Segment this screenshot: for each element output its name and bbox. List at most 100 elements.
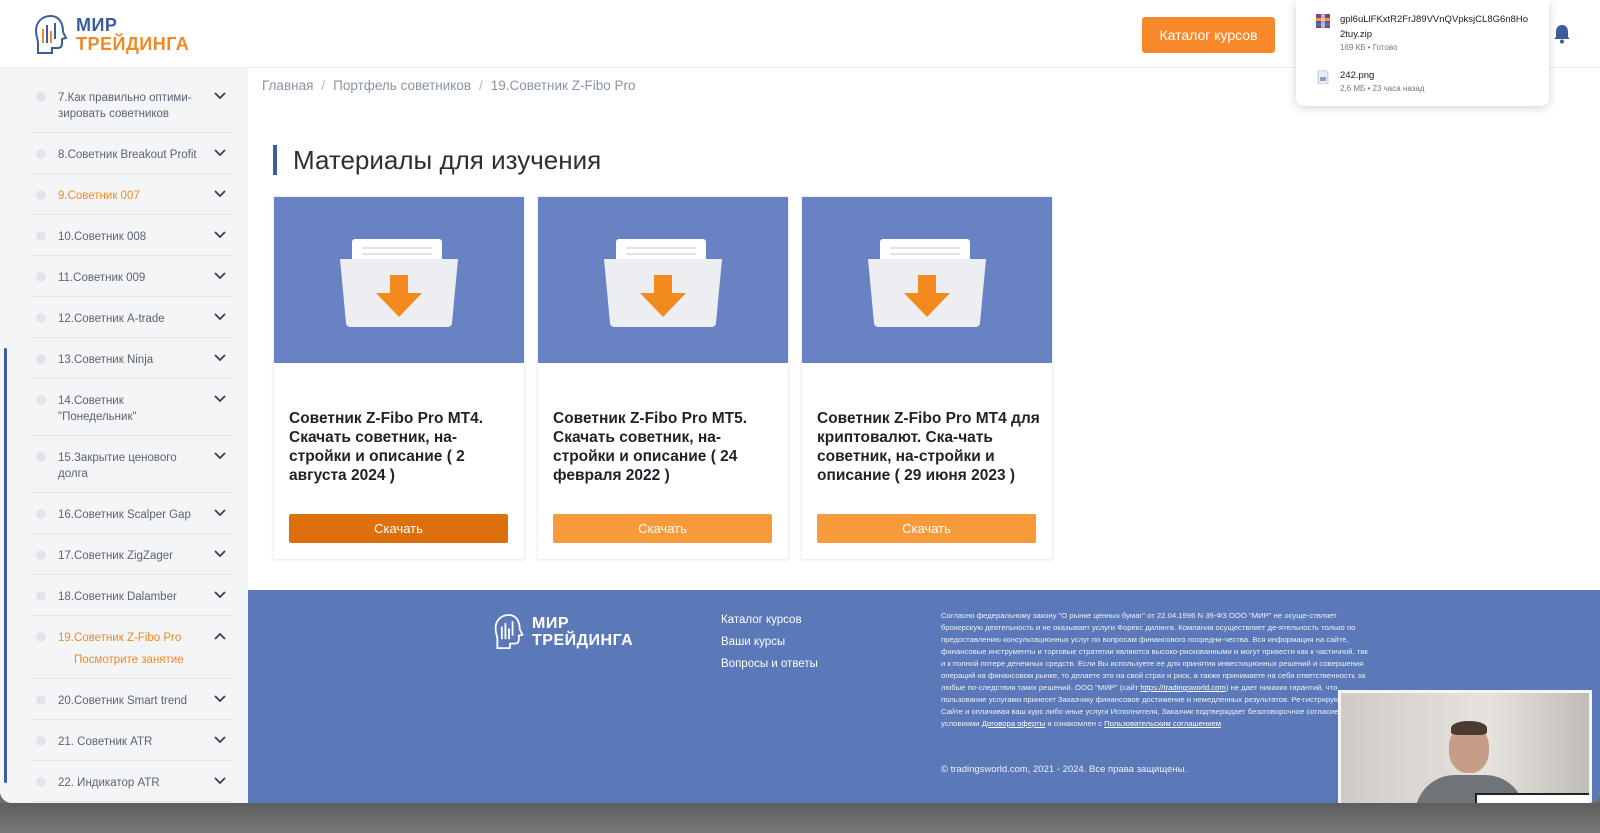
- image-file-icon: [1317, 70, 1329, 84]
- sidebar-lesson-item[interactable]: 13.Советник Ninja: [32, 338, 232, 379]
- chevron-down-icon[interactable]: [214, 452, 226, 460]
- sidebar-lesson-item[interactable]: 18.Советник Dalamber: [32, 575, 232, 616]
- logo-text-line1: МИР: [76, 15, 118, 35]
- sidebar-lesson-label: 20.Советник Smart trend: [58, 695, 188, 707]
- lesson-status-dot: [36, 231, 46, 241]
- lesson-status-dot: [36, 92, 46, 102]
- bell-icon[interactable]: [1553, 24, 1571, 44]
- sidebar-lesson-item[interactable]: 10.Советник 008: [32, 215, 232, 256]
- card-title: Советник Z-Fibo Pro MT5. Скачать советни…: [553, 410, 748, 484]
- download-filename: gpl6uLlFKxtR2FrJ89VVnQVpksjCL8G6n8Ho2tuy…: [1340, 14, 1528, 40]
- card-thumbnail: [802, 197, 1052, 363]
- sidebar-lesson-label: 19.Советник Z-Fibo Pro: [58, 632, 182, 644]
- lesson-status-dot: [36, 695, 46, 705]
- footer-link-catalog[interactable]: Каталог курсов: [721, 614, 818, 626]
- footer-logo[interactable]: МИР ТРЕЙДИНГА: [492, 612, 633, 652]
- sidebar-lesson-label: 15.Закрытие ценового долга: [58, 452, 177, 480]
- chevron-down-icon[interactable]: [214, 313, 226, 321]
- sidebar-lesson-label: 12.Советник A-trade: [58, 313, 165, 325]
- chevron-down-icon[interactable]: [214, 231, 226, 239]
- chevron-down-icon[interactable]: [214, 272, 226, 280]
- chevron-down-icon[interactable]: [214, 354, 226, 362]
- site-link[interactable]: https://tradingsworld.com: [1140, 683, 1225, 692]
- sidebar-lesson-label: 13.Советник Ninja: [58, 354, 154, 366]
- lesson-list: 7.Как правильно оптими-зировать советник…: [32, 76, 232, 802]
- breadcrumb-home[interactable]: Главная: [262, 78, 313, 93]
- download-folder-icon: [604, 239, 722, 327]
- sidebar-lesson-label: 9.Советник 007: [58, 190, 140, 202]
- sidebar-lesson-item[interactable]: 7.Как правильно оптими-зировать советник…: [32, 76, 232, 133]
- download-meta: 169 КБ • Готово: [1340, 43, 1398, 52]
- sidebar-lesson-item[interactable]: 16.Советник Scalper Gap: [32, 493, 232, 534]
- breadcrumb-portfolio[interactable]: Портфель советников: [333, 78, 471, 93]
- archive-file-icon: [1316, 14, 1330, 28]
- card-title: Советник Z-Fibo Pro MT4 для криптовалют.…: [817, 410, 1040, 484]
- lesson-status-dot: [36, 190, 46, 200]
- footer-link-faq[interactable]: Вопросы и ответы: [721, 658, 818, 670]
- sidebar-lesson-item[interactable]: 11.Советник 009: [32, 256, 232, 297]
- lesson-status-dot: [36, 591, 46, 601]
- sidebar-lesson-item[interactable]: 17.Советник ZigZager: [32, 534, 232, 575]
- footer-logo-line2: ТРЕЙДИНГА: [532, 632, 634, 649]
- chevron-down-icon[interactable]: [214, 509, 226, 517]
- chevron-down-icon[interactable]: [214, 591, 226, 599]
- chevron-down-icon[interactable]: [214, 92, 226, 100]
- card-thumbnail: [538, 197, 788, 363]
- sidebar-lesson-item[interactable]: 19.Советник Z-Fibo Pro Посмотрите занятие: [32, 616, 232, 679]
- legal-text: Согласно федеральному закону "О рынке це…: [941, 611, 1368, 692]
- sidebar-lesson-label: 17.Советник ZigZager: [58, 550, 173, 562]
- download-item[interactable]: 242.png 2,6 МБ • 23 часа назад: [1296, 68, 1549, 93]
- legal-text: и ознакомлен с: [1045, 719, 1105, 728]
- sidebar-lesson-item[interactable]: 22. Индикатор ATR: [32, 761, 232, 802]
- footer-logo-line1: МИР: [532, 615, 569, 632]
- view-lesson-link[interactable]: Посмотрите занятие: [74, 652, 202, 668]
- chevron-down-icon[interactable]: [214, 736, 226, 744]
- logo-text-line2: ТРЕЙДИНГА: [76, 34, 190, 54]
- offer-link[interactable]: Договора оферты: [982, 719, 1045, 728]
- lesson-status-dot: [36, 272, 46, 282]
- sidebar-lesson-item[interactable]: 20.Советник Smart trend: [32, 679, 232, 720]
- chevron-down-icon[interactable]: [214, 190, 226, 198]
- chevron-down-icon[interactable]: [214, 695, 226, 703]
- chevron-down-icon[interactable]: [214, 395, 226, 403]
- download-item[interactable]: gpl6uLlFKxtR2FrJ89VVnQVpksjCL8G6n8Ho2tuy…: [1296, 12, 1549, 52]
- download-meta: 2,6 МБ • 23 часа назад: [1340, 84, 1425, 93]
- sidebar-lesson-item[interactable]: 21. Советник ATR: [32, 720, 232, 761]
- sidebar-lesson-item[interactable]: 14.Советник "Понедельник": [32, 379, 232, 436]
- footer-link-courses[interactable]: Ваши курсы: [721, 636, 818, 648]
- sidebar-scrollbar[interactable]: [4, 348, 7, 783]
- lesson-status-dot: [36, 313, 46, 323]
- breadcrumb-separator: /: [321, 78, 326, 93]
- legal-disclaimer: Согласно федеральному закону "О рынке це…: [941, 610, 1373, 730]
- site-logo[interactable]: МИР ТРЕЙДИНГА: [32, 12, 202, 58]
- material-card: Советник Z-Fibo Pro MT5. Скачать советни…: [537, 196, 789, 560]
- sidebar-lesson-item[interactable]: 9.Советник 007: [32, 174, 232, 215]
- sidebar-lesson-item[interactable]: 8.Советник Breakout Profit: [32, 133, 232, 174]
- logo-head-icon: [494, 614, 524, 649]
- lesson-status-dot: [36, 550, 46, 560]
- screen-thumbnail: [1475, 793, 1589, 803]
- download-folder-icon: [340, 239, 458, 327]
- download-button[interactable]: Скачать: [817, 514, 1036, 543]
- download-button[interactable]: Скачать: [289, 514, 508, 543]
- catalog-button[interactable]: Каталог курсов: [1142, 17, 1275, 53]
- chevron-down-icon[interactable]: [214, 777, 226, 785]
- lesson-status-dot: [36, 354, 46, 364]
- sidebar-lesson-item[interactable]: 12.Советник A-trade: [32, 297, 232, 338]
- chevron-down-icon[interactable]: [214, 149, 226, 157]
- footer-links: Каталог курсов Ваши курсы Вопросы и отве…: [721, 614, 818, 670]
- sidebar-lesson-item[interactable]: 15.Закрытие ценового долга: [32, 436, 232, 493]
- material-card: Советник Z-Fibo Pro MT4 для криптовалют.…: [801, 196, 1053, 560]
- copyright: © tradingsworld.com, 2021 - 2024. Все пр…: [941, 764, 1188, 775]
- lesson-status-dot: [36, 777, 46, 787]
- sidebar-lesson-label: 22. Индикатор ATR: [58, 777, 160, 789]
- chevron-up-icon[interactable]: [214, 632, 226, 640]
- breadcrumb-current: 19.Советник Z-Fibo Pro: [490, 78, 636, 93]
- breadcrumb: Главная / Портфель советников / 19.Совет…: [262, 78, 635, 93]
- download-filename: 242.png: [1340, 70, 1375, 81]
- chevron-down-icon[interactable]: [214, 550, 226, 558]
- download-button[interactable]: Скачать: [553, 514, 772, 543]
- sidebar-lesson-label: 16.Советник Scalper Gap: [58, 509, 191, 521]
- lesson-sidebar: 7.Как правильно оптими-зировать советник…: [0, 68, 248, 803]
- user-agreement-link[interactable]: Пользовательским соглашением: [1104, 719, 1221, 728]
